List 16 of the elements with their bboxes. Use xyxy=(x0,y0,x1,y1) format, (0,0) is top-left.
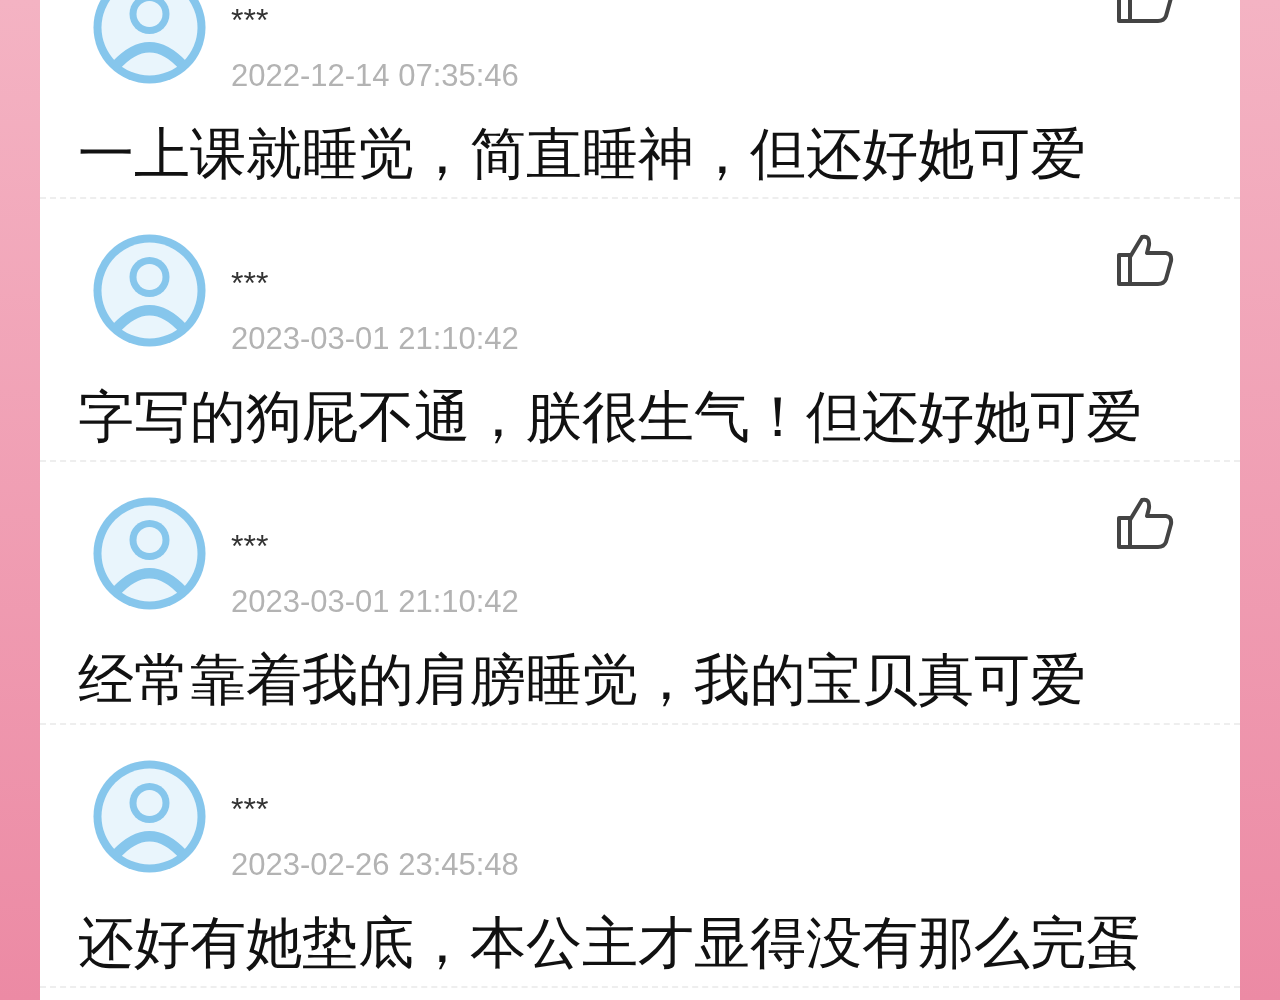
comment-text: 字写的狗屁不通，朕很生气！但还好她可爱 xyxy=(78,388,1143,446)
comment-text: 还好有她垫底，本公主才显得没有那么完蛋 xyxy=(78,914,1143,972)
comment-text: 一上课就睡觉，简直睡神，但还好她可爱 xyxy=(78,125,1087,183)
comment-time: 2022-12-14 07:35:46 xyxy=(231,60,519,91)
user-name: *** xyxy=(231,4,269,36)
comment-time: 2023-03-01 21:10:42 xyxy=(231,586,519,617)
comment-time: 2023-03-01 21:10:42 xyxy=(231,323,519,354)
user-name: *** xyxy=(231,530,269,562)
avatar-icon xyxy=(92,496,207,611)
avatar-icon xyxy=(92,0,207,85)
user-name: *** xyxy=(231,267,269,299)
avatar-icon xyxy=(92,759,207,874)
user-name: *** xyxy=(231,793,269,825)
avatar-icon xyxy=(92,233,207,348)
comment-text: 经常靠着我的肩膀睡觉，我的宝贝真可爱 xyxy=(78,651,1087,709)
comment-time: 2023-02-26 23:45:48 xyxy=(231,849,519,880)
